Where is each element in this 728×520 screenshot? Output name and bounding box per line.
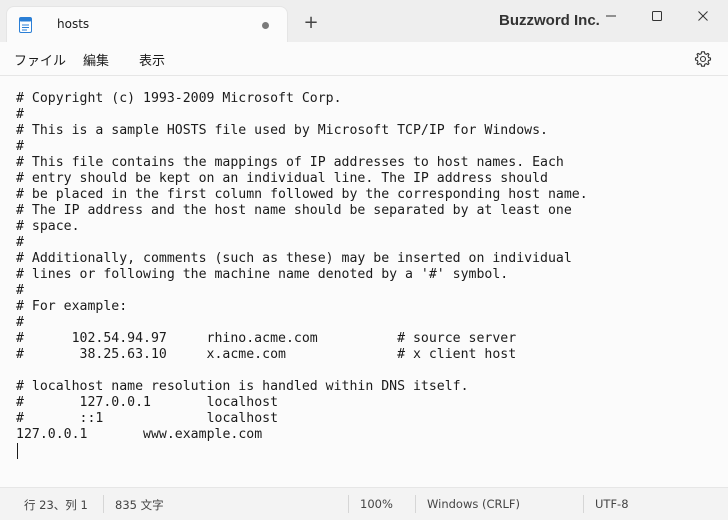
minimize-icon [606,15,616,17]
gear-icon [694,51,712,67]
tab-hosts[interactable]: hosts [6,6,288,42]
encoding[interactable]: UTF-8 [595,497,629,511]
document-icon [19,17,32,33]
status-divider [583,495,584,513]
tab-title: hosts [57,17,90,31]
status-divider [348,495,349,513]
maximize-icon [652,11,662,21]
new-tab-button[interactable]: + [300,12,322,34]
settings-button[interactable] [694,50,712,68]
menu-bar: ファイル 編集 表示 [0,42,728,76]
menu-file[interactable]: ファイル [14,50,66,69]
status-divider [415,495,416,513]
title-bar: hosts + Buzzword Inc. [0,0,728,42]
cursor-position[interactable]: 行 23、列 1 [24,497,88,513]
line-ending[interactable]: Windows (CRLF) [427,497,520,511]
menu-view[interactable]: 表示 [139,50,165,69]
brand-label: Buzzword Inc. [499,12,600,29]
editor-content[interactable]: # Copyright (c) 1993-2009 Microsoft Corp… [16,91,588,443]
unsaved-dot-icon[interactable] [262,22,269,29]
char-count: 835 文字 [115,498,164,512]
status-bar: 行 23、列 1 835 文字 100% Windows (CRLF) UTF-… [0,487,728,520]
close-icon [698,11,708,21]
notepad-window: hosts + Buzzword Inc. ファイル 編集 表示 # Copyr… [0,0,728,520]
menu-edit[interactable]: 編集 [83,50,109,69]
maximize-button[interactable] [634,0,680,32]
text-editor[interactable]: # Copyright (c) 1993-2009 Microsoft Corp… [0,76,728,487]
minimize-button[interactable] [588,0,634,32]
close-button[interactable] [680,0,726,32]
status-divider [103,495,104,513]
text-caret [17,443,18,459]
zoom-level[interactable]: 100% [360,497,393,511]
